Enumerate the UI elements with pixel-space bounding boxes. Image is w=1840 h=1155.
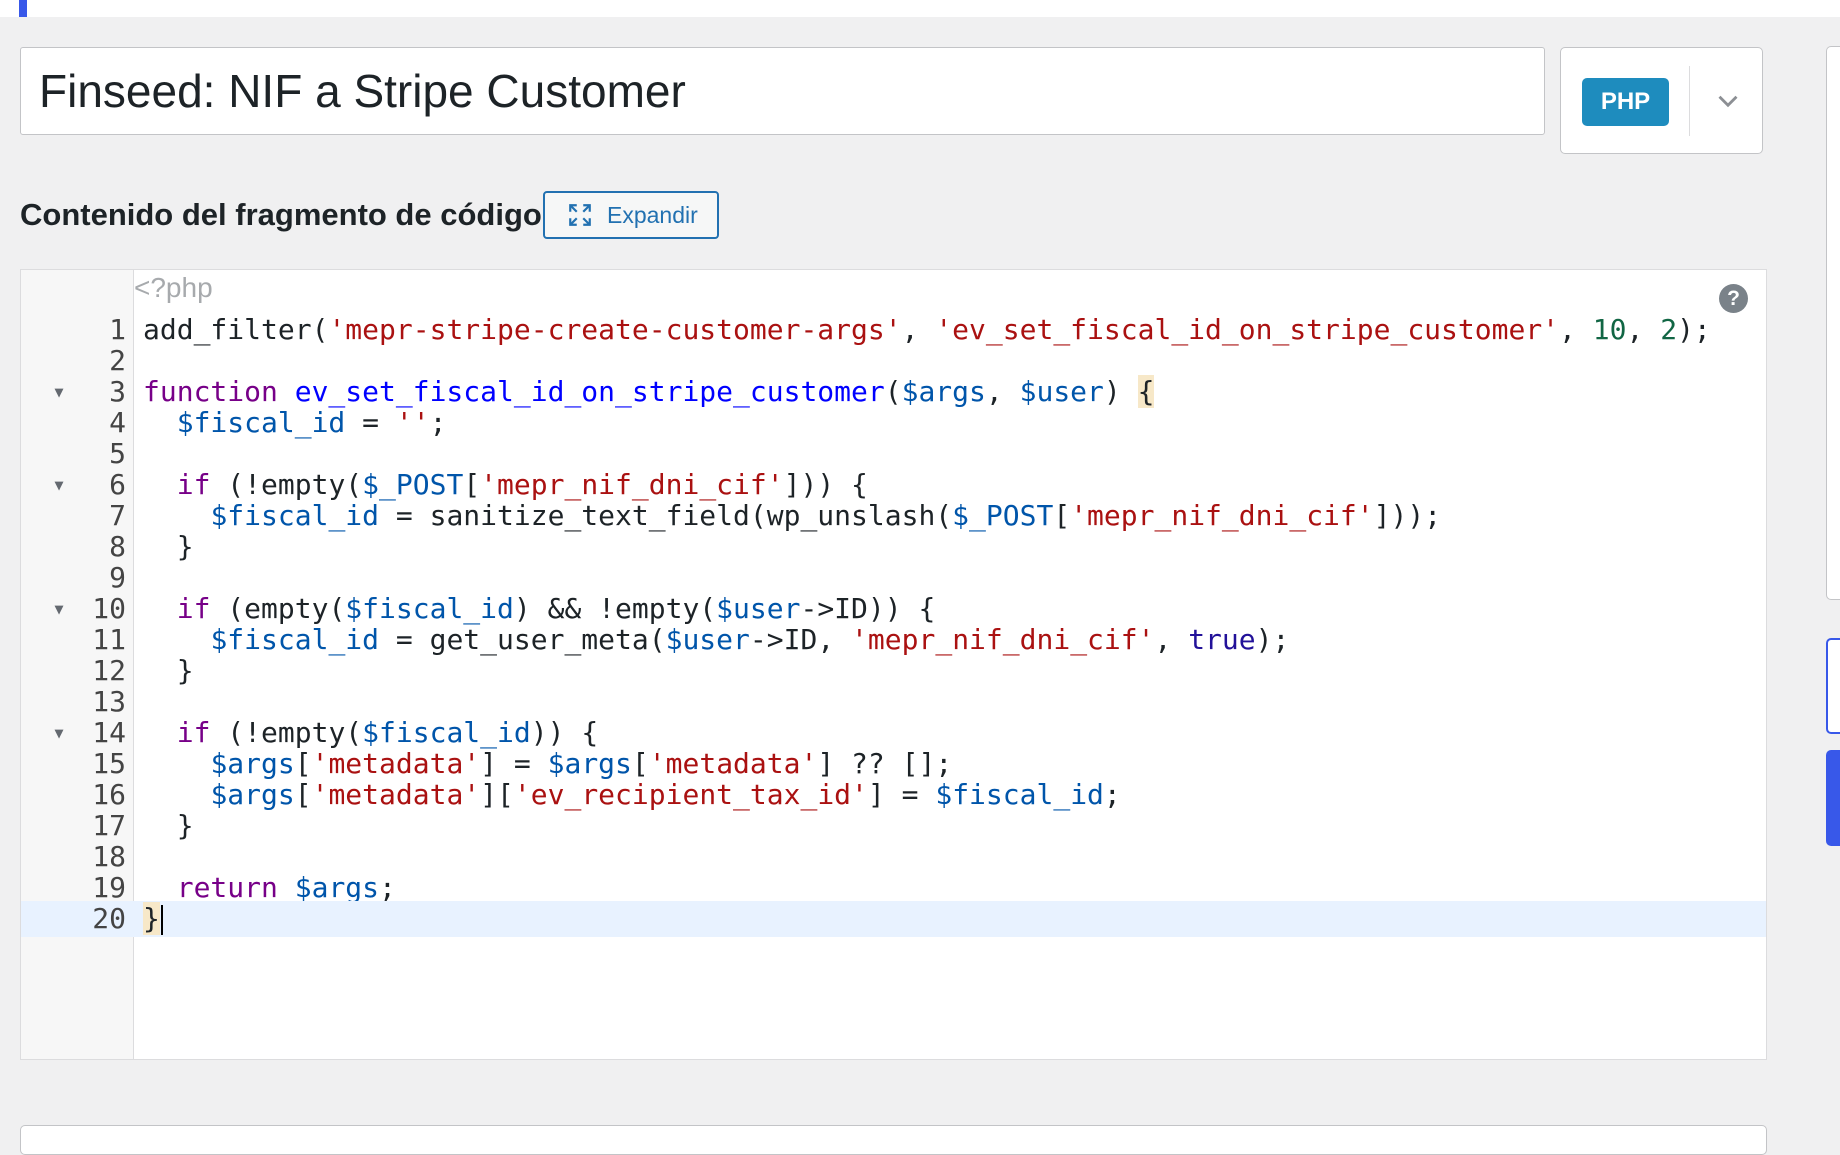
expand-button-label: Expandir — [607, 201, 698, 228]
expand-button[interactable]: Expandir — [543, 191, 719, 239]
language-selector-divider — [1689, 66, 1690, 136]
snippet-title-input[interactable] — [20, 47, 1545, 135]
language-selector[interactable]: PHP — [1560, 47, 1763, 154]
code-section-label: Contenido del fragmento de código — [20, 197, 542, 232]
sidebar-panel-edge — [1826, 46, 1840, 600]
expand-icon — [569, 204, 591, 226]
next-panel-edge — [20, 1125, 1767, 1155]
line-number: 20 — [92, 901, 126, 935]
code-text[interactable]: } — [143, 901, 163, 937]
sidebar-primary-button-edge[interactable] — [1826, 750, 1840, 846]
help-icon[interactable]: ? — [1719, 284, 1748, 313]
top-bar — [0, 0, 1840, 17]
code-editor[interactable]: <?php ? 1 add_filter('mepr-stripe-create-… — [20, 269, 1767, 1060]
chevron-down-icon[interactable] — [1711, 84, 1745, 118]
top-accent-marker — [19, 0, 27, 17]
php-open-tag: <?php — [134, 272, 213, 303]
code-line[interactable]: 20} — [21, 900, 1766, 938]
text-cursor — [160, 904, 163, 935]
php-language-badge: PHP — [1582, 78, 1669, 126]
sidebar-secondary-button-edge[interactable] — [1826, 638, 1840, 734]
